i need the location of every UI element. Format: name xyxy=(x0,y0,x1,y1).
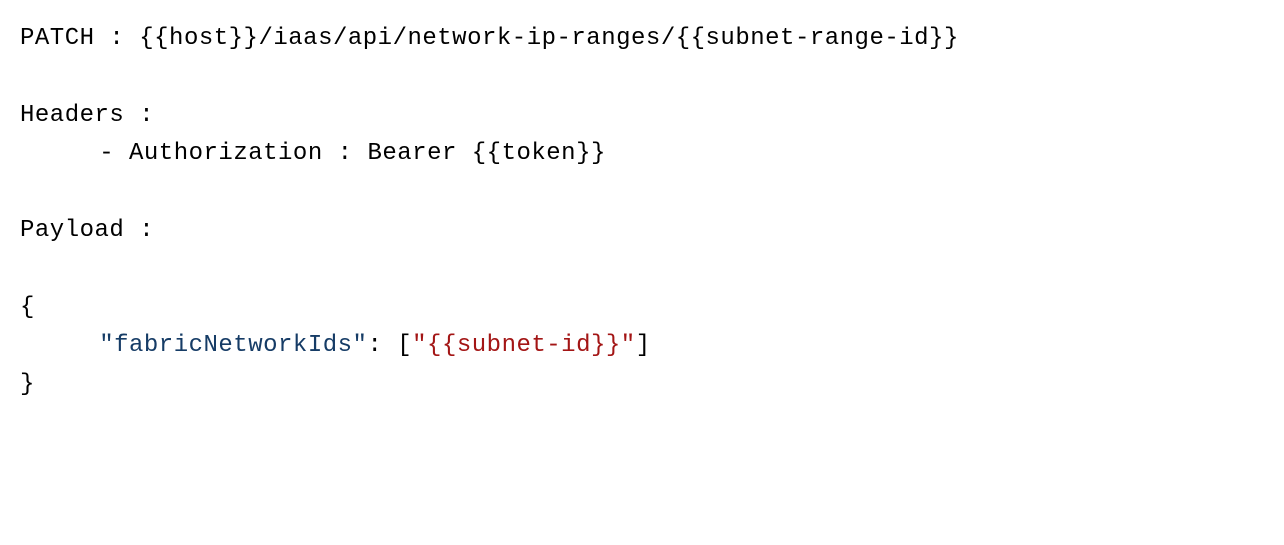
header-row: - Authorization : Bearer {{token}} xyxy=(20,135,1264,173)
request-url: {{host}}/iaas/api/network-ip-ranges/{{su… xyxy=(139,25,959,52)
json-close-brace: } xyxy=(20,366,1264,404)
headers-label: Headers : xyxy=(20,97,1264,135)
header-name: Authorization xyxy=(129,140,323,167)
json-separator: : xyxy=(367,332,397,359)
json-value: "{{subnet-id}}" xyxy=(412,332,636,359)
colon-separator: : xyxy=(95,25,140,52)
blank-line xyxy=(20,250,1264,288)
bullet: - xyxy=(99,140,129,167)
json-entry: "fabricNetworkIds": ["{{subnet-id}}"] xyxy=(20,327,1264,365)
json-key: "fabricNetworkIds" xyxy=(99,332,367,359)
http-method: PATCH xyxy=(20,25,95,52)
request-line: PATCH : {{host}}/iaas/api/network-ip-ran… xyxy=(20,20,1264,58)
blank-line xyxy=(20,58,1264,96)
header-value: Bearer {{token}} xyxy=(367,140,605,167)
json-bracket-close: ] xyxy=(636,332,651,359)
json-open-brace: { xyxy=(20,289,1264,327)
json-bracket-open: [ xyxy=(397,332,412,359)
payload-label: Payload : xyxy=(20,212,1264,250)
header-separator: : xyxy=(323,140,368,167)
blank-line xyxy=(20,174,1264,212)
